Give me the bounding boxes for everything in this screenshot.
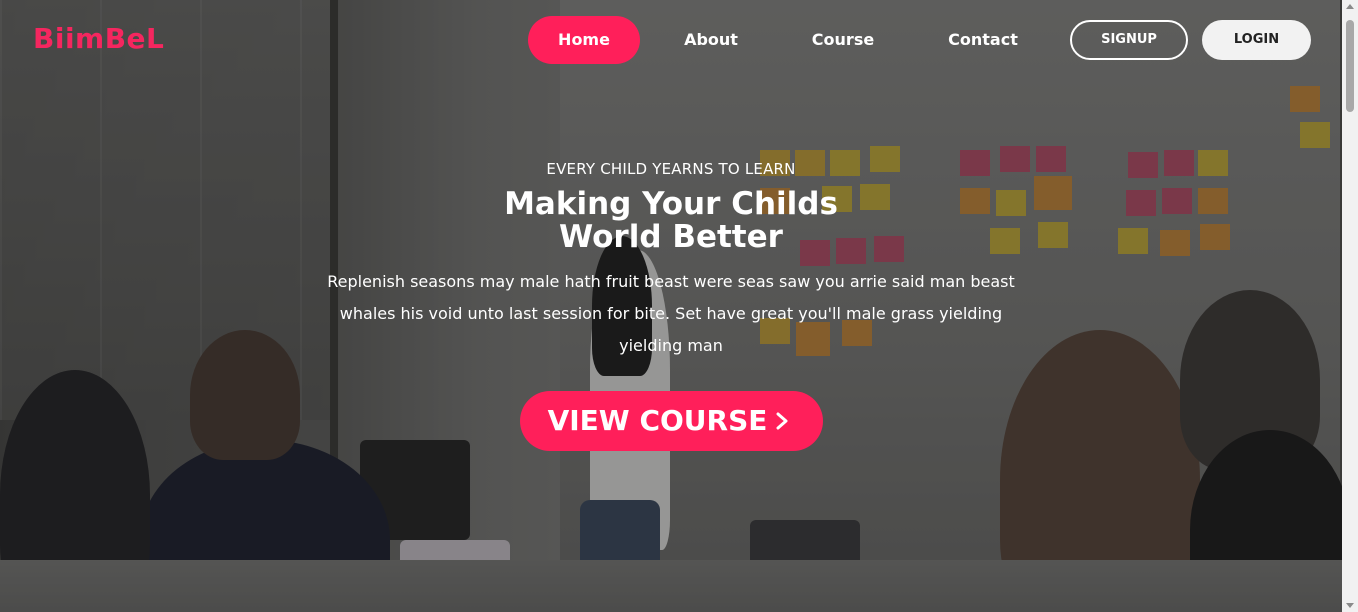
scrollbar-thumb[interactable] xyxy=(1346,20,1354,112)
nav-contact[interactable]: Contact xyxy=(936,16,1030,64)
hero-title-line-1: Making Your Childs xyxy=(504,186,838,222)
nav-course[interactable]: Course xyxy=(796,16,890,64)
hero-description: Replenish seasons may male hath fruit be… xyxy=(327,272,1015,355)
login-button[interactable]: LOGIN xyxy=(1202,20,1311,60)
nav-home[interactable]: Home xyxy=(528,16,640,64)
hero-title: Making Your Childs World Better xyxy=(371,188,971,254)
signup-button[interactable]: SIGNUP xyxy=(1070,20,1188,60)
scroll-up-arrow-icon[interactable] xyxy=(1346,4,1354,9)
brand-logo[interactable]: BiimBeL xyxy=(33,22,164,55)
view-course-label: VIEW COURSE xyxy=(547,404,768,437)
page-scrollbar[interactable] xyxy=(1342,0,1358,612)
view-course-button[interactable]: VIEW COURSE xyxy=(520,391,823,451)
page: BiimBeL Home About Course Contact SIGNUP… xyxy=(0,0,1358,612)
chevron-right-icon xyxy=(776,412,788,430)
hero-eyebrow: EVERY CHILD YEARNS TO LEARN xyxy=(546,160,796,178)
hero-title-line-2: World Better xyxy=(559,219,783,255)
scroll-down-arrow-icon[interactable] xyxy=(1346,603,1354,608)
nav-about[interactable]: About xyxy=(666,16,756,64)
